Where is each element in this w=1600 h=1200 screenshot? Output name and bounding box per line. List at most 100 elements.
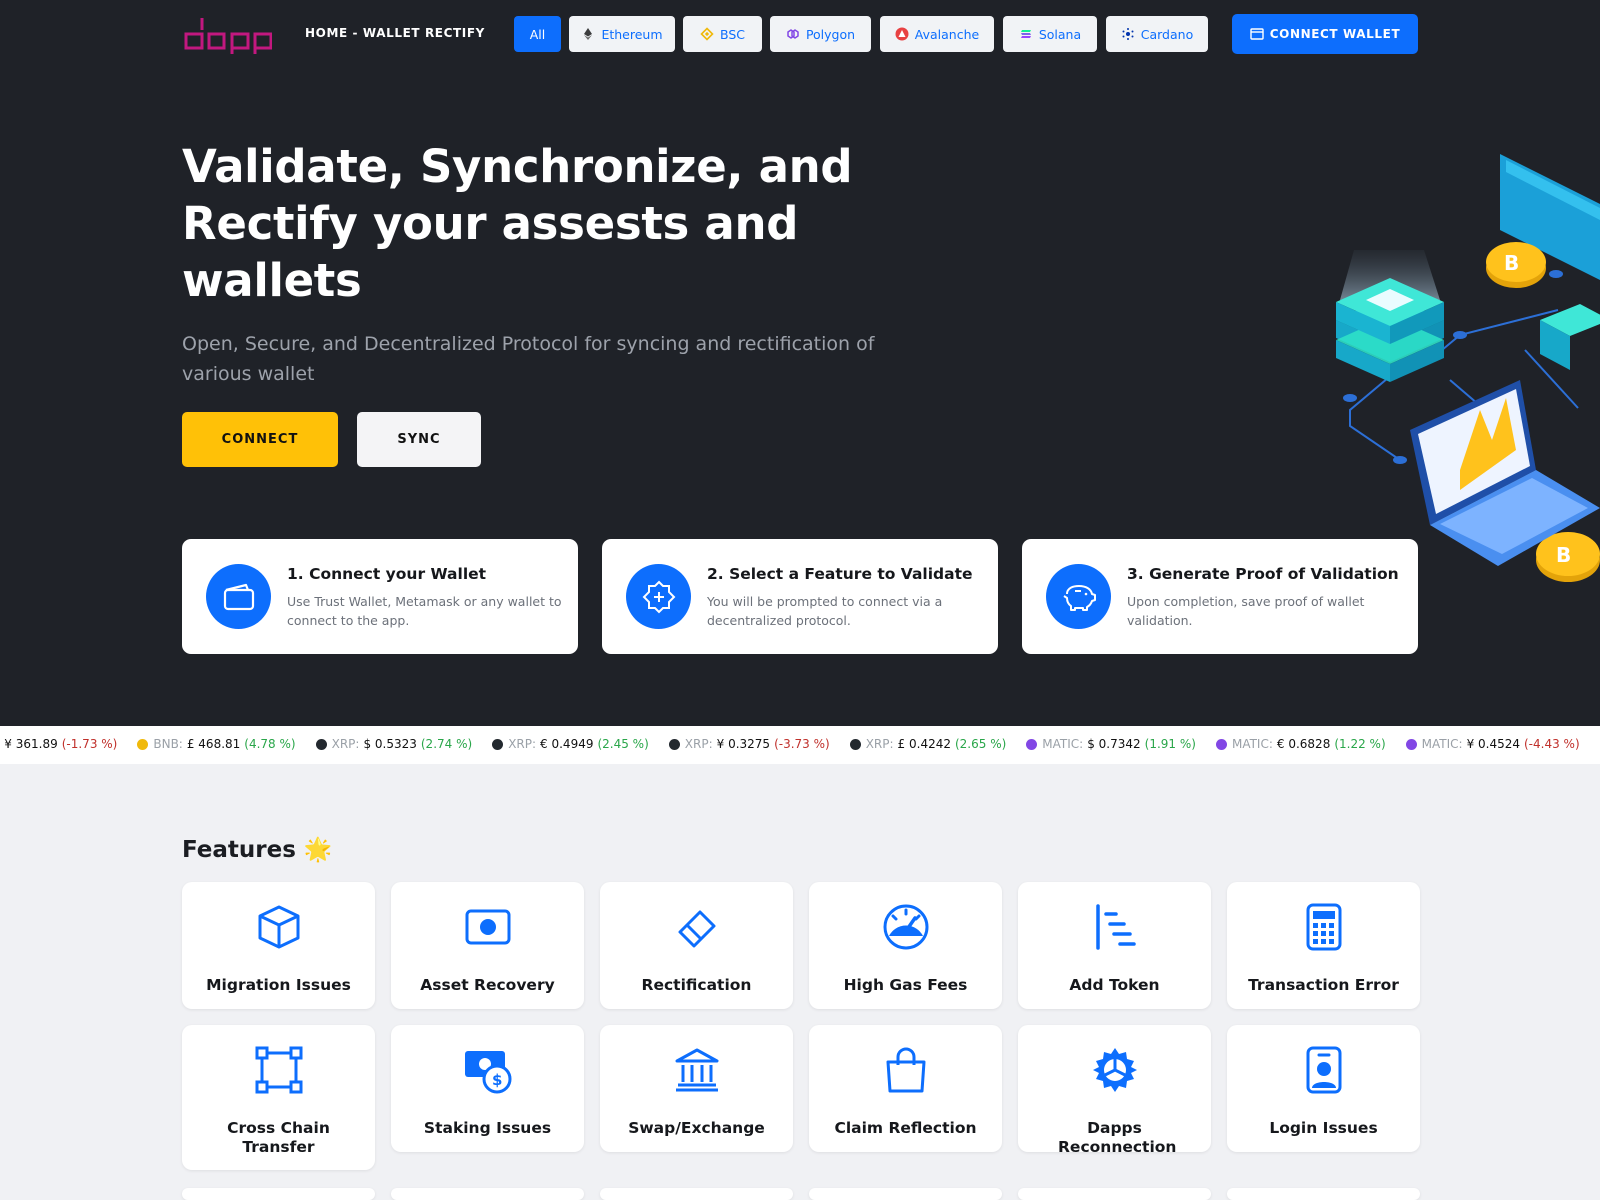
ethereum-icon [584, 28, 593, 40]
bag-icon [886, 1047, 926, 1093]
record-icon [465, 909, 511, 945]
ticker-change: (1.91 %) [1144, 737, 1196, 751]
ticker-symbol: XRP: [865, 737, 894, 751]
ticker-symbol: XRP: [508, 737, 537, 751]
ticker-change: (-4.43 %) [1524, 737, 1580, 751]
step-desc: Use Trust Wallet, Metamask or any wallet… [287, 594, 562, 628]
ticker-symbol: XRP: [684, 737, 713, 751]
feature-label: Migration Issues [206, 976, 351, 994]
calculator-icon [1306, 903, 1342, 951]
feature-label: Login Issues [1269, 1119, 1378, 1137]
ticker-change: (1.22 %) [1334, 737, 1386, 751]
feature-card-dapps-reconnection[interactable]: Dapps Reconnection [1018, 1025, 1211, 1156]
ticker-price: ¥ 0.4524 [1466, 737, 1520, 751]
window-icon [1250, 28, 1264, 40]
avalanche-icon [895, 27, 909, 41]
feature-card-partial[interactable] [391, 1188, 584, 1200]
ticker-change: (2.65 %) [954, 737, 1007, 751]
ticker-change: (-3.73 %) [774, 737, 830, 751]
feature-card-claim-reflection[interactable]: Claim Reflection [809, 1025, 1002, 1152]
connect-wallet-button[interactable]: CONNECT WALLET [1232, 14, 1418, 54]
ticker-price: ¥ 361.89 [4, 737, 58, 751]
ticker-symbol: MATIC: [1042, 737, 1084, 751]
ticker-price: $ 0.7342 [1087, 737, 1141, 751]
ticker-price: £ 468.81 [186, 737, 241, 751]
coin-icon [668, 738, 680, 750]
feature-label: Add Token [1069, 976, 1160, 994]
feature-label: High Gas Fees [843, 976, 968, 994]
ticker-item: MATIC: ¥ 0.4524 (-4.43 %) [1405, 737, 1580, 751]
bounding-box-icon [255, 1046, 303, 1094]
ticker-price: ¥ 0.3275 [716, 737, 771, 751]
feature-card-partial[interactable] [1227, 1188, 1420, 1200]
wallet-icon [206, 564, 271, 629]
feature-card-partial[interactable] [809, 1188, 1002, 1200]
hero-subline: Open, Secure, and Decentralized Protocol… [182, 333, 875, 385]
ticker-symbol: BNB: [153, 737, 183, 751]
dapp-logo[interactable]: dapp [182, 14, 272, 54]
ticker-price: € 0.4949 [540, 737, 594, 751]
chip-label: Polygon [805, 26, 856, 42]
chip-bsc[interactable]: BSC [683, 16, 762, 52]
price-ticker: B:¥ 361.89(-1.73 %) BNB:£ 468.81(4.78 %) X… [0, 726, 1600, 764]
ticker-symbol: MATIC: [1421, 737, 1463, 751]
features-title-text: Features [182, 837, 296, 863]
ticker-item: XRP: $ 0.5323 (2.74 %) [315, 737, 472, 751]
feature-card-transaction-error[interactable]: Transaction Error [1227, 882, 1420, 1009]
feature-label: Cross Chain Transfer [227, 1119, 330, 1156]
svg-text:$: $ [492, 1071, 502, 1089]
chip-label: All [529, 26, 546, 42]
piggy-bank-icon [1046, 564, 1111, 629]
chip-ethereum[interactable]: Ethereum [569, 16, 675, 52]
chip-label: BSC [719, 26, 746, 42]
ticker-symbol: MATIC: [1231, 737, 1273, 751]
feature-card-login-issues[interactable]: Login Issues [1227, 1025, 1420, 1152]
feature-card-partial[interactable] [1018, 1188, 1211, 1200]
feature-card-staking-issues[interactable]: $ Staking Issues [391, 1025, 584, 1152]
connect-button[interactable]: CONNECT [182, 412, 338, 467]
home-link[interactable]: HOME - WALLET RECTIFY [305, 26, 485, 40]
chip-avalanche[interactable]: Avalanche [880, 16, 994, 52]
feature-card-high-gas-fees[interactable]: High Gas Fees [809, 882, 1002, 1009]
ticker-item: XRP: € 0.4949 (2.45 %) [492, 737, 649, 751]
feature-card-rectification[interactable]: Rectification [600, 882, 793, 1009]
feature-card-partial[interactable] [600, 1188, 793, 1200]
ticker-price: $ 0.5323 [363, 737, 417, 751]
feature-label: Swap/Exchange [628, 1119, 765, 1137]
coin-icon [315, 738, 327, 750]
feature-card-migration-issues[interactable]: Migration Issues [182, 882, 375, 1009]
svg-text:B: B [1504, 251, 1519, 275]
step-desc: You will be prompted to connect via a de… [707, 594, 943, 628]
features-heading: Features 🌟 [182, 836, 333, 863]
step-card-select: 2. Select a Feature to Validate You will… [602, 539, 998, 654]
eraser-icon [678, 910, 716, 948]
feature-card-asset-recovery[interactable]: Asset Recovery [391, 882, 584, 1009]
chip-all[interactable]: All [514, 16, 561, 52]
ticker-item: MATIC: € 0.6828 (1.22 %) [1215, 737, 1386, 751]
coin-icon [1026, 738, 1038, 750]
feature-card-add-token[interactable]: Add Token [1018, 882, 1211, 1009]
feature-card-swap-exchange[interactable]: Swap/Exchange [600, 1025, 793, 1152]
svg-text:B: B [1556, 543, 1571, 567]
star-icon: 🌟 [303, 837, 333, 863]
chip-polygon[interactable]: Polygon [770, 16, 871, 52]
ticker-price: € 0.6828 [1276, 737, 1331, 751]
step-title: 1. Connect your Wallet [287, 565, 487, 583]
cash-coin-icon: $ [465, 1051, 512, 1094]
feature-card-cross-chain-transfer[interactable]: Cross Chain Transfer [182, 1025, 375, 1170]
feature-label: Transaction Error [1248, 976, 1399, 994]
list-indent-icon [1096, 904, 1136, 950]
top-navbar: dapp HOME - WALLET RECTIFY All Ethereum … [182, 14, 1418, 54]
hero-section: dapp HOME - WALLET RECTIFY All Ethereum … [0, 0, 1600, 726]
step-card-connect: 1. Connect your Wallet Use Trust Wallet,… [182, 539, 578, 654]
ticker-change: (-1.73 %) [61, 737, 118, 751]
chip-cardano[interactable]: Cardano [1106, 16, 1208, 52]
sync-button[interactable]: SYNC [357, 412, 481, 467]
badge-person-icon [1306, 1046, 1342, 1094]
chip-solana[interactable]: Solana [1003, 16, 1097, 52]
polygon-icon [787, 29, 799, 39]
feature-card-partial[interactable] [182, 1188, 375, 1200]
coin-icon [849, 738, 861, 750]
ticker-track: B:¥ 361.89(-1.73 %) BNB:£ 468.81(4.78 %) X… [0, 737, 1600, 751]
coin-icon [1215, 738, 1227, 750]
